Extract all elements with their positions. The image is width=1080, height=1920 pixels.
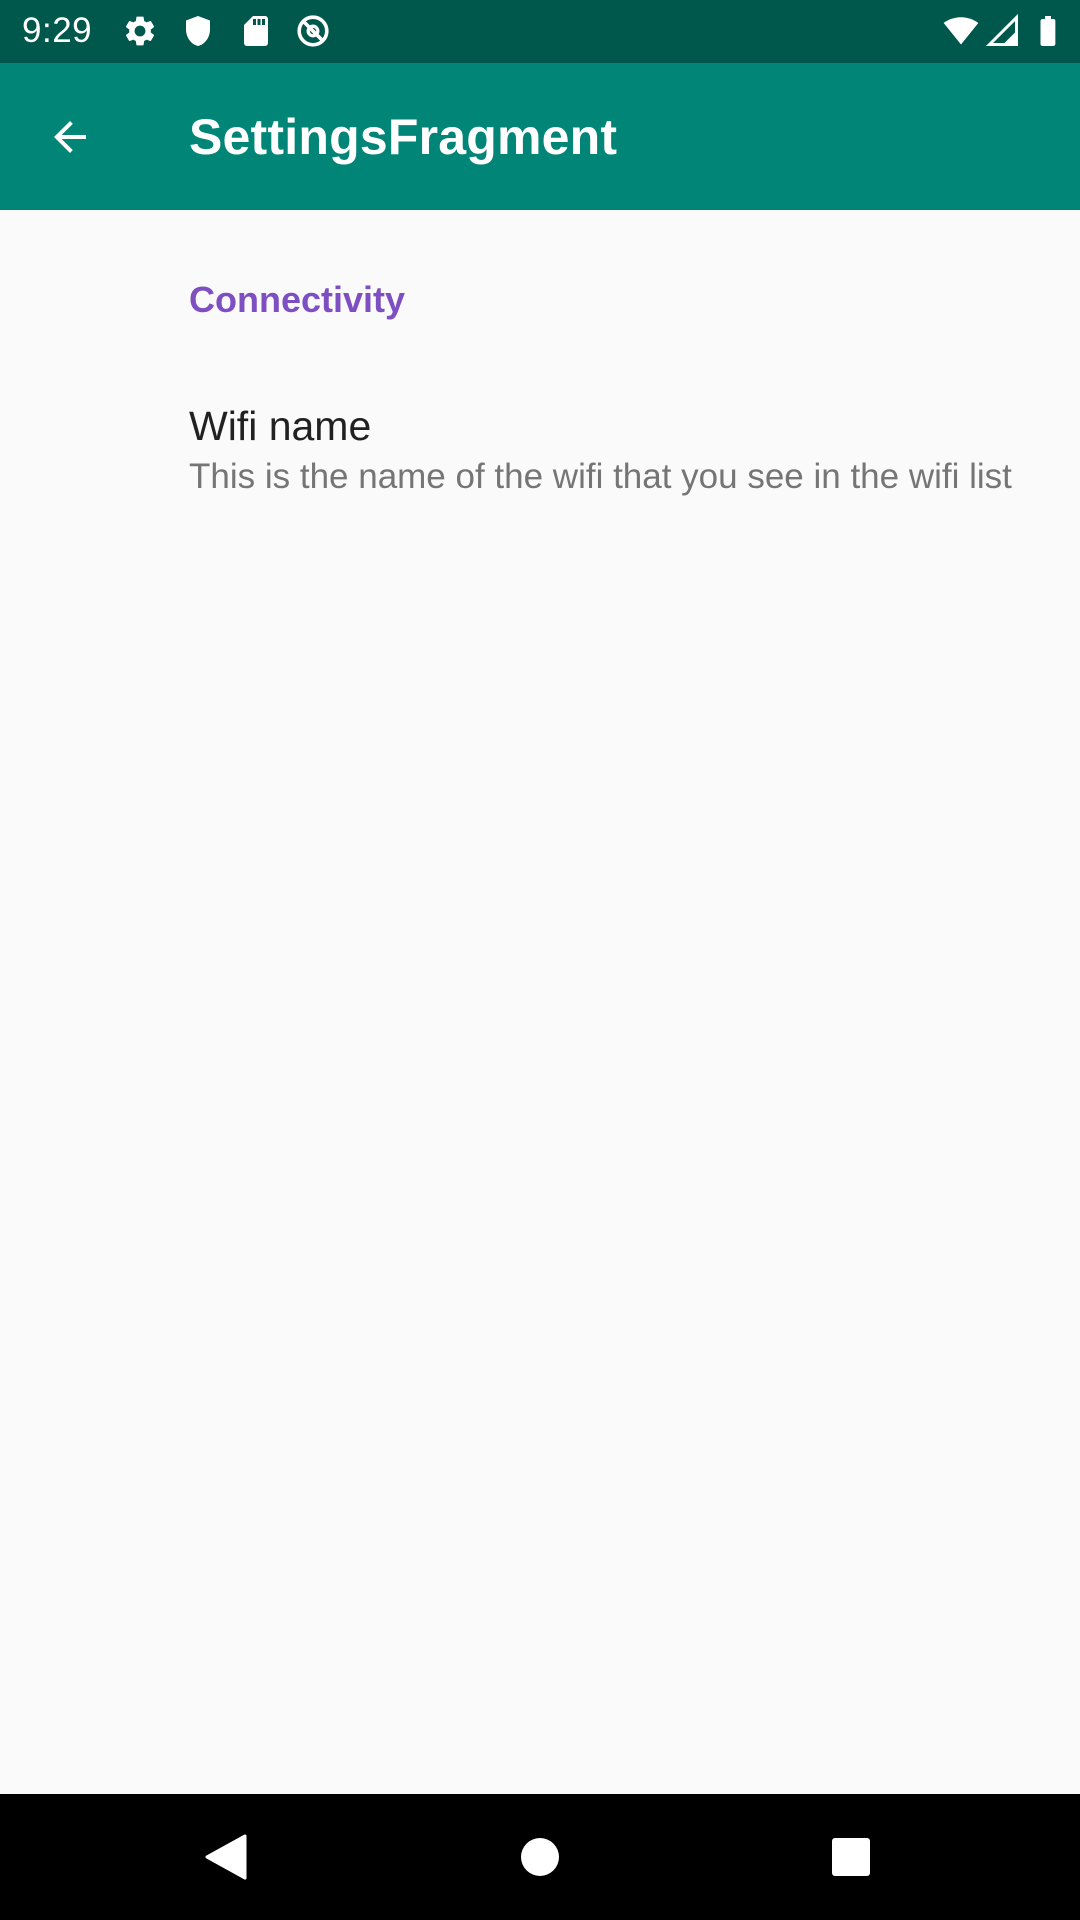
page-title: SettingsFragment: [189, 109, 618, 165]
navigation-bar: [0, 1794, 1080, 1920]
preference-summary: This is the name of the wifi that you se…: [189, 457, 1012, 496]
preference-title: Wifi name: [189, 403, 372, 449]
status-bar: 9:29: [0, 0, 1080, 63]
battery-icon: [1030, 13, 1066, 49]
preferences-list: Connectivity Wifi name This is the name …: [0, 210, 1080, 1794]
back-triangle-icon: [203, 1833, 249, 1881]
nav-back-button[interactable]: [186, 1817, 266, 1897]
blocked-at-icon: [295, 13, 331, 49]
preference-category-title: Connectivity: [189, 279, 406, 320]
preference-item-wifi-name[interactable]: Wifi name This is the name of the wifi t…: [0, 368, 1080, 568]
sd-card-icon: [238, 13, 274, 49]
status-time: 9:29: [22, 11, 93, 50]
cell-signal-icon: [985, 13, 1021, 49]
home-circle-icon: [520, 1837, 560, 1877]
app-bar: SettingsFragment: [0, 63, 1080, 210]
arrow-back-icon: [46, 113, 94, 161]
gear-icon: [122, 13, 158, 49]
shield-icon: [180, 13, 216, 49]
nav-recents-button[interactable]: [811, 1817, 891, 1897]
back-button[interactable]: [33, 100, 107, 174]
recents-square-icon: [831, 1837, 871, 1877]
nav-home-button[interactable]: [500, 1817, 580, 1897]
wifi-icon: [943, 13, 979, 49]
